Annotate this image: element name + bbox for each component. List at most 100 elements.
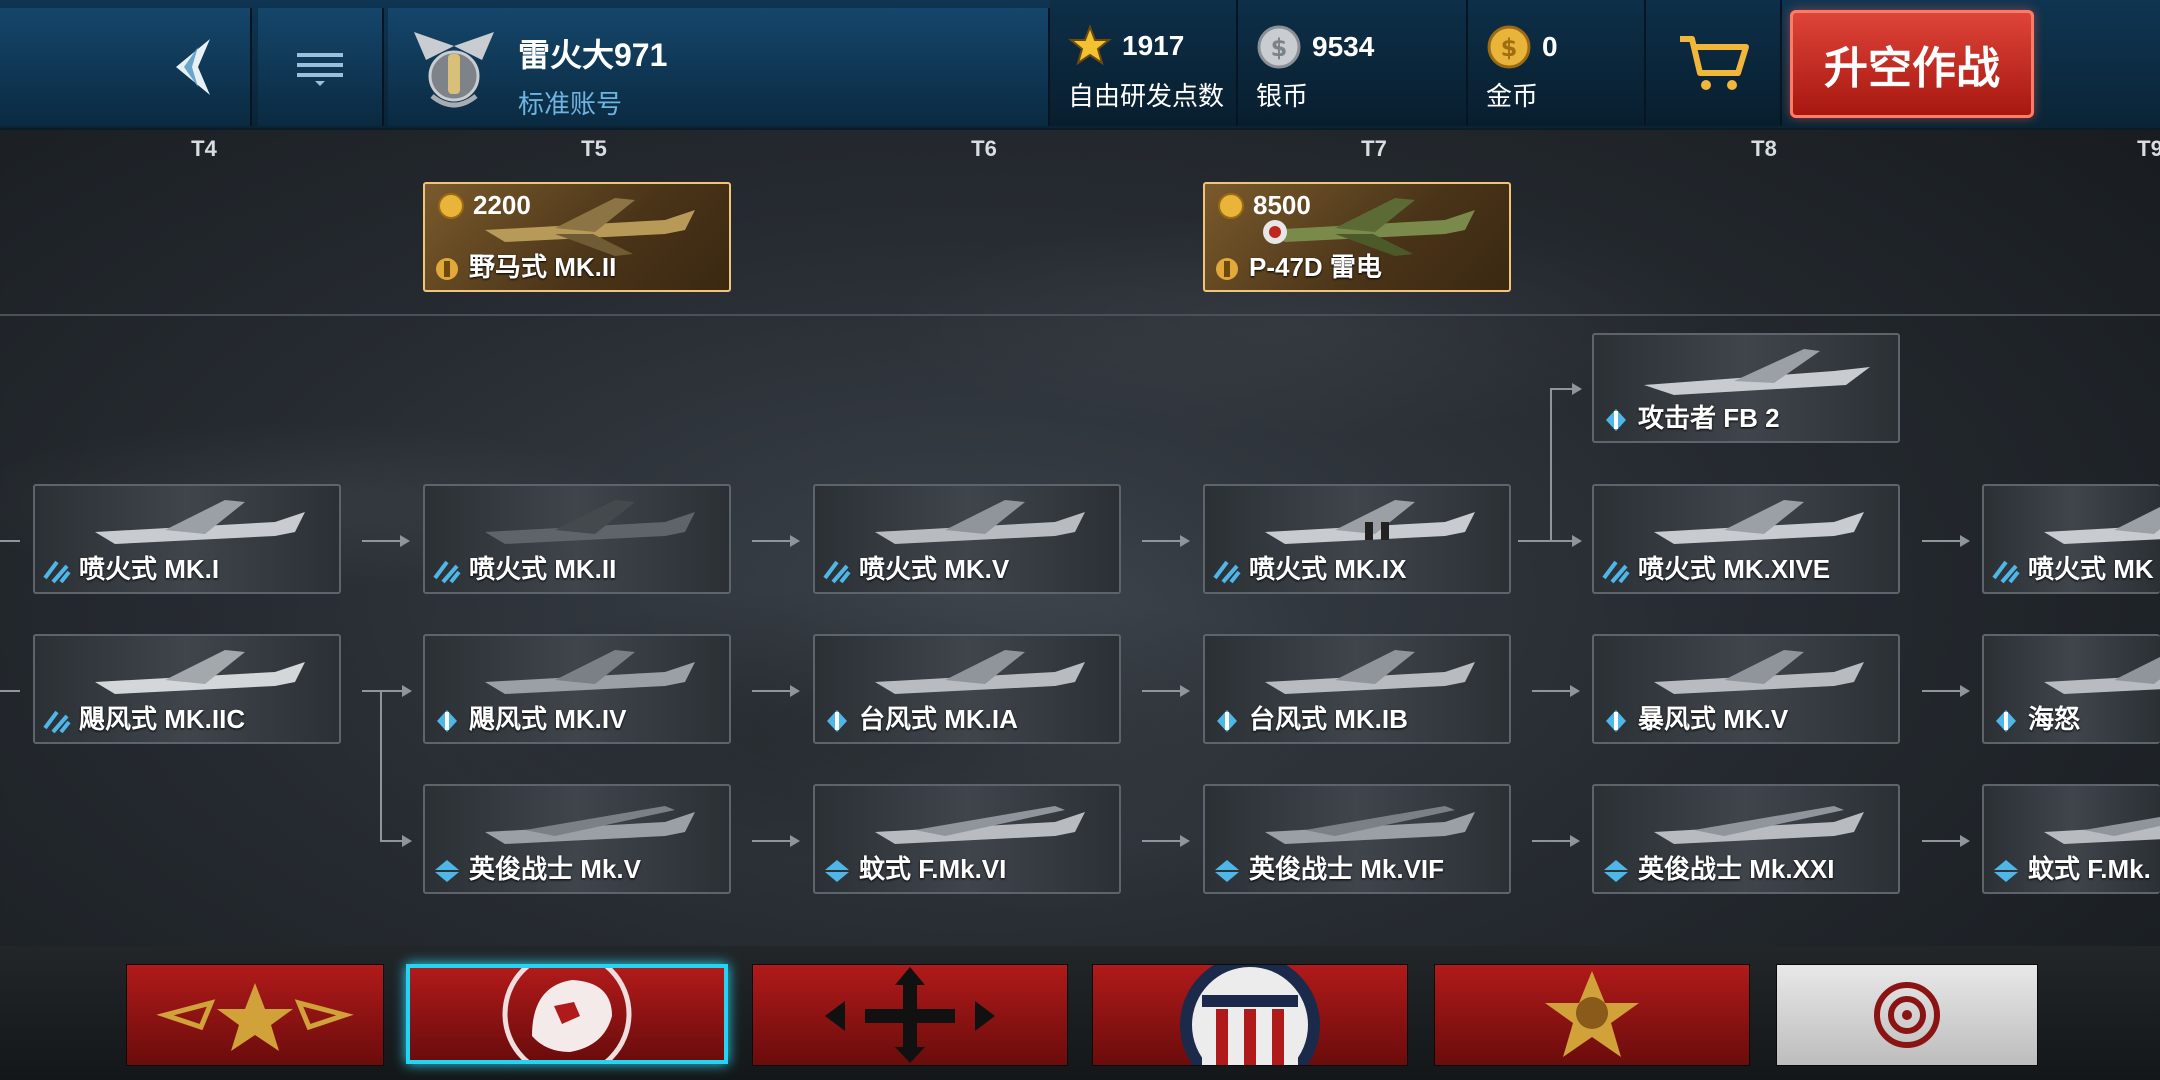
gold-label: 金币 [1486,81,1539,111]
premium-aircraft-card[interactable]: 2200 野马式 MK.II [423,182,731,292]
connector [380,690,382,840]
aircraft-card[interactable]: 蚊式 F.Mk. [1982,784,2160,894]
top-bar: 雷火大971 标准账号 1917 自由研发点数 $ 9534 银币 $ 0 金币… [0,0,2160,130]
nation-tab-uk[interactable] [406,964,728,1064]
connector [1518,540,1550,542]
aircraft-card[interactable]: 喷火式 MK.II [423,484,731,594]
aircraft-name: 喷火式 MK.II [469,554,617,584]
aircraft-name: 海怒 [2028,704,2081,734]
arrow-connector [752,835,800,847]
aircraft-card[interactable]: 英俊战士 Mk.V [423,784,731,894]
attacker-role-icon [437,710,457,732]
aircraft-name: 台风式 MK.IA [859,704,1018,734]
arrow-connector [752,535,800,547]
arrow-connector [380,685,412,697]
arrow-connector [1532,835,1580,847]
arrow-connector [380,835,412,847]
research-points-label: 自由研发点数 [1068,81,1225,111]
tier-label: T9 [2137,136,2160,161]
nation-selector [0,946,2160,1080]
connector [0,690,20,692]
silver-balance: $ 9534 银币 [1238,0,1468,126]
silver-coin-icon: $ [1257,25,1301,69]
gold-coin-icon [438,192,464,219]
attacker-role-icon [1606,710,1626,732]
gold-coin-icon [1218,192,1244,219]
connector [1550,388,1552,542]
aircraft-card[interactable]: 海怒 [1982,634,2160,744]
heavy-fighter-role-icon [1604,860,1628,882]
arrow-connector [752,685,800,697]
back-arrow-icon [176,39,210,95]
connector [362,690,380,692]
gold-balance: $ 0 金币 [1468,0,1646,126]
japan-mitsudomoe-icon [1874,982,1940,1048]
arrow-connector [1550,383,1582,395]
fighter-role-icon [823,560,851,584]
nation-tab-ussr[interactable] [126,964,384,1066]
fighter-role-icon [43,560,71,584]
arrow-connector [1142,535,1190,547]
aircraft-name: 英俊战士 Mk.XXI [1638,854,1835,884]
aircraft-name: 喷火式 MK.V [859,554,1010,584]
aircraft-card[interactable]: 喷火式 MK.XIVE [1592,484,1900,594]
aircraft-name: 英俊战士 Mk.VIF [1249,854,1445,884]
aircraft-name: 喷火式 MK.XIVE [1638,554,1831,584]
fighter-role-icon [433,560,461,584]
nation-tab-usa[interactable] [1092,964,1408,1066]
bear-star-icon [1545,971,1639,1057]
back-button[interactable] [0,8,252,126]
silver-label: 银币 [1256,81,1309,111]
tier-label: T5 [581,136,607,161]
aircraft-card[interactable]: 英俊战士 Mk.XXI [1592,784,1900,894]
account-type: 标准账号 [518,89,623,119]
aircraft-card[interactable]: 暴风式 MK.V [1592,634,1900,744]
aircraft-card[interactable]: 喷火式 MK.IX [1203,484,1511,594]
research-points: 1917 自由研发点数 [1050,0,1238,126]
fly-battle-button[interactable]: 升空作战 [1790,10,2034,118]
tier-label: T6 [971,136,997,161]
nation-tab-germany[interactable] [752,964,1068,1066]
aircraft-name: 蚊式 F.Mk.VI [859,854,1007,884]
rank-emblem-icon [414,32,494,108]
aircraft-card[interactable]: 台风式 MK.IA [813,634,1121,744]
cart-icon [1680,36,1749,90]
aircraft-card[interactable]: 攻击者 FB 2 [1592,333,1900,443]
aircraft-name: P-47D 雷电 [1249,252,1382,282]
fighter-role-icon [43,710,71,734]
aircraft-card[interactable]: 飓风式 MK.IIC [33,634,341,744]
fighter-bomber-role-icon [1606,409,1626,431]
heavy-fighter-role-icon [1215,860,1239,882]
arrow-connector [1922,835,1970,847]
tier-label: T7 [1361,136,1387,161]
tier-label: T8 [1751,136,1777,161]
aircraft-card[interactable]: 英俊战士 Mk.VIF [1203,784,1511,894]
cross-arrows-icon [825,967,995,1063]
arrow-connector [1922,685,1970,697]
aircraft-name: 飓风式 MK.IV [469,704,627,734]
fighter-role-icon [1992,560,2020,584]
usa-shield-icon [1180,965,1320,1065]
gold-coin-icon: $ [1487,25,1531,69]
connector [0,540,20,542]
aircraft-card[interactable]: 喷火式 MK [1982,484,2160,594]
nation-tab-china[interactable] [1434,964,1750,1066]
shop-button[interactable] [1646,0,1782,126]
soviet-star-icon [156,983,354,1051]
aircraft-card[interactable]: 喷火式 MK.I [33,484,341,594]
arrow-connector [1142,835,1190,847]
player-profile[interactable]: 雷火大971 标准账号 [388,8,1050,126]
premium-aircraft-card[interactable]: 8500 P-47D 雷电 [1203,182,1511,292]
fighter-role-icon [1213,560,1241,584]
heavy-fighter-role-icon [1994,860,2018,882]
aircraft-card[interactable]: 蚊式 F.Mk.VI [813,784,1121,894]
nation-tab-japan[interactable] [1776,964,2038,1066]
premium-row [0,168,2160,316]
aircraft-card[interactable]: 喷火式 MK.V [813,484,1121,594]
aircraft-name: 攻击者 FB 2 [1638,403,1780,433]
arrow-connector [362,535,410,547]
aircraft-card[interactable]: 飓风式 MK.IV [423,634,731,744]
aircraft-name: 喷火式 MK.IX [1249,554,1407,584]
menu-button[interactable] [258,8,384,126]
aircraft-card[interactable]: 台风式 MK.IB [1203,634,1511,744]
